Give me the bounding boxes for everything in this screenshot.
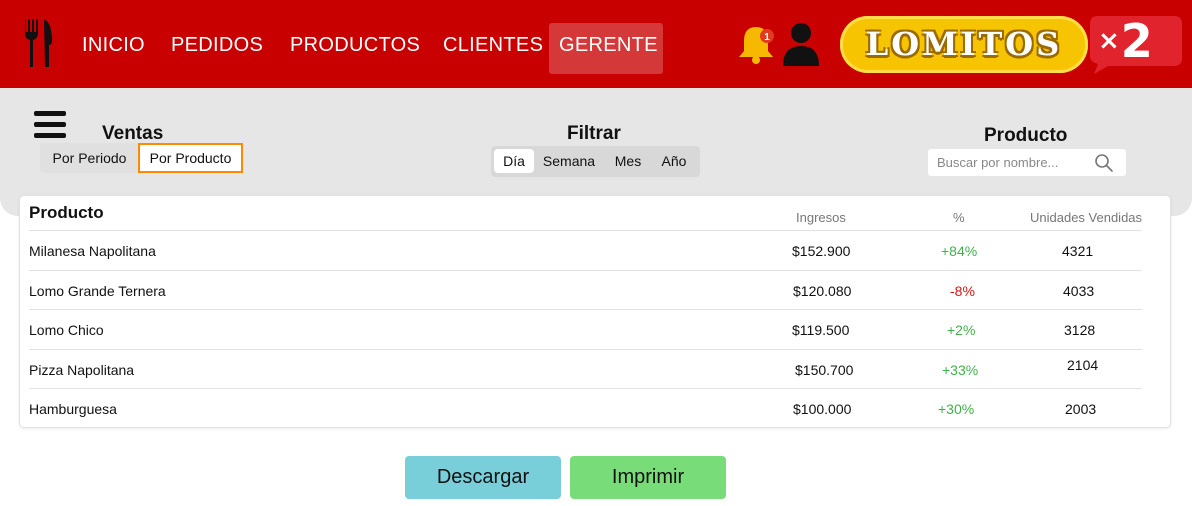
table-cell-producto: Lomo Grande Ternera — [29, 283, 166, 299]
row-divider — [29, 388, 1142, 389]
row-divider — [29, 230, 1142, 231]
table-cell-unidades: 2003 — [1065, 401, 1097, 417]
nav-clientes[interactable]: CLIENTES — [443, 34, 543, 57]
brand-logo: LOMITOS — [840, 16, 1088, 73]
column-header-pct: % — [953, 210, 965, 225]
download-button[interactable]: Descargar — [405, 456, 561, 499]
table-cell-pct: +33% — [942, 362, 979, 378]
nav-pedidos[interactable]: PEDIDOS — [171, 34, 263, 57]
table-cell-pct: +84% — [941, 243, 978, 259]
table-cell-pct: +2% — [947, 322, 976, 338]
row-divider — [29, 309, 1142, 310]
column-header-unidades: Unidades Vendidas — [1030, 210, 1143, 225]
table-cell-unidades: 2104 — [1067, 357, 1099, 373]
producto-search-title: Producto — [984, 125, 1068, 146]
tab-por-periodo[interactable]: Por Periodo — [40, 143, 139, 173]
nav-inicio[interactable]: INICIO — [82, 34, 145, 57]
table-cell-unidades: 3128 — [1064, 322, 1096, 338]
user-icon[interactable] — [780, 20, 822, 68]
notification-count: 1 — [764, 32, 770, 43]
logo-badge-text: ×2 — [1098, 14, 1153, 68]
search-placeholder: Buscar por nombre... — [937, 155, 1059, 170]
print-button[interactable]: Imprimir — [570, 456, 726, 499]
table-cell-producto: Lomo Chico — [29, 322, 104, 338]
product-search-input[interactable]: Buscar por nombre... — [928, 149, 1126, 176]
table-cell-producto: Milanesa Napolitana — [29, 243, 156, 259]
table-cell-unidades: 4033 — [1063, 283, 1095, 299]
column-header-producto: Producto — [29, 203, 104, 222]
ventas-title: Ventas — [102, 123, 164, 144]
table-cell-producto: Hamburguesa — [29, 401, 117, 417]
table-cell-ingresos: $152.900 — [792, 243, 851, 259]
tab-por-producto[interactable]: Por Producto — [138, 143, 243, 173]
column-header-ingresos: Ingresos — [796, 210, 846, 225]
filter-ano[interactable]: Año — [653, 146, 695, 177]
nav-productos[interactable]: PRODUCTOS — [290, 34, 420, 57]
logo-text: LOMITOS — [865, 25, 1063, 63]
filter-mes[interactable]: Mes — [605, 146, 651, 177]
table-cell-ingresos: $119.500 — [792, 322, 850, 338]
search-icon[interactable] — [1094, 153, 1114, 173]
table-cell-producto: Pizza Napolitana — [29, 362, 135, 378]
filter-semana[interactable]: Semana — [535, 146, 603, 177]
filtrar-title: Filtrar — [567, 123, 621, 144]
bell-icon[interactable]: 1 — [734, 22, 778, 66]
nav-gerente[interactable]: GERENTE — [559, 34, 658, 57]
row-divider — [29, 270, 1142, 271]
fork-knife-icon — [25, 19, 52, 67]
table-cell-ingresos: $120.080 — [793, 283, 852, 299]
filter-dia[interactable]: Día — [494, 149, 534, 173]
ventas-tabs: Por Periodo Por Producto — [40, 143, 243, 173]
table-cell-ingresos: $100.000 — [793, 401, 852, 417]
table-cell-unidades: 4321 — [1062, 243, 1094, 259]
row-divider — [29, 349, 1142, 350]
table-cell-pct: +30% — [938, 401, 975, 417]
menu-icon[interactable] — [34, 111, 66, 139]
table-cell-pct: -8% — [950, 283, 975, 299]
table-cell-ingresos: $150.700 — [795, 362, 854, 378]
filtrar-options: Día Semana Mes Año — [491, 146, 700, 177]
